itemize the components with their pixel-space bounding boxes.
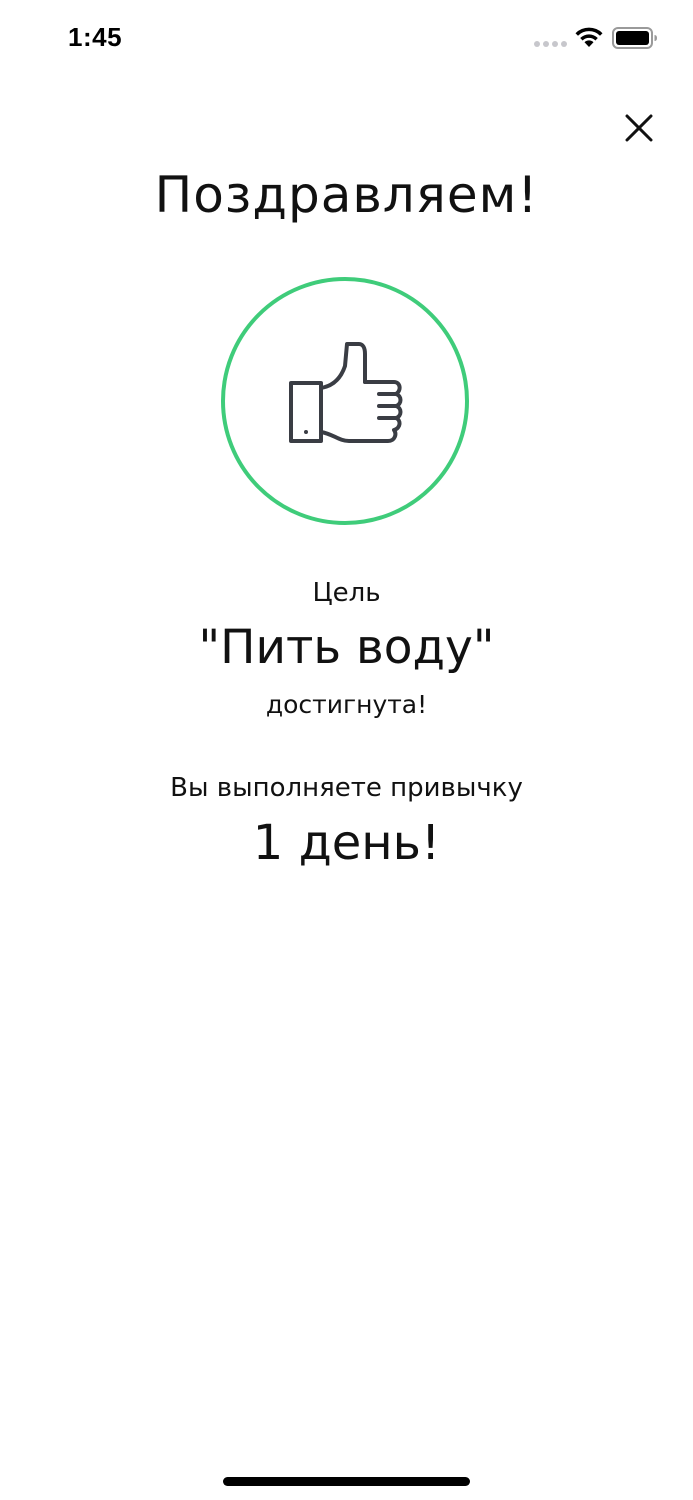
status-bar: 1:45 <box>0 0 693 80</box>
page-title: Поздравляем! <box>154 166 539 224</box>
goal-name: "Пить воду" <box>198 620 495 675</box>
goal-status: достигнута! <box>265 690 428 719</box>
goal-caption: Цель <box>312 578 381 608</box>
signal-dots-icon <box>534 41 567 47</box>
battery-icon <box>612 27 657 49</box>
thumbs-up-icon <box>289 342 403 443</box>
streak-caption: Вы выполняете привычку <box>170 773 523 803</box>
close-button[interactable] <box>615 104 663 152</box>
status-time: 1:45 <box>68 22 123 52</box>
home-indicator[interactable] <box>223 1477 470 1486</box>
close-icon[interactable] <box>615 104 663 152</box>
streak-value: 1 день! <box>252 815 441 871</box>
wifi-icon <box>575 27 603 47</box>
